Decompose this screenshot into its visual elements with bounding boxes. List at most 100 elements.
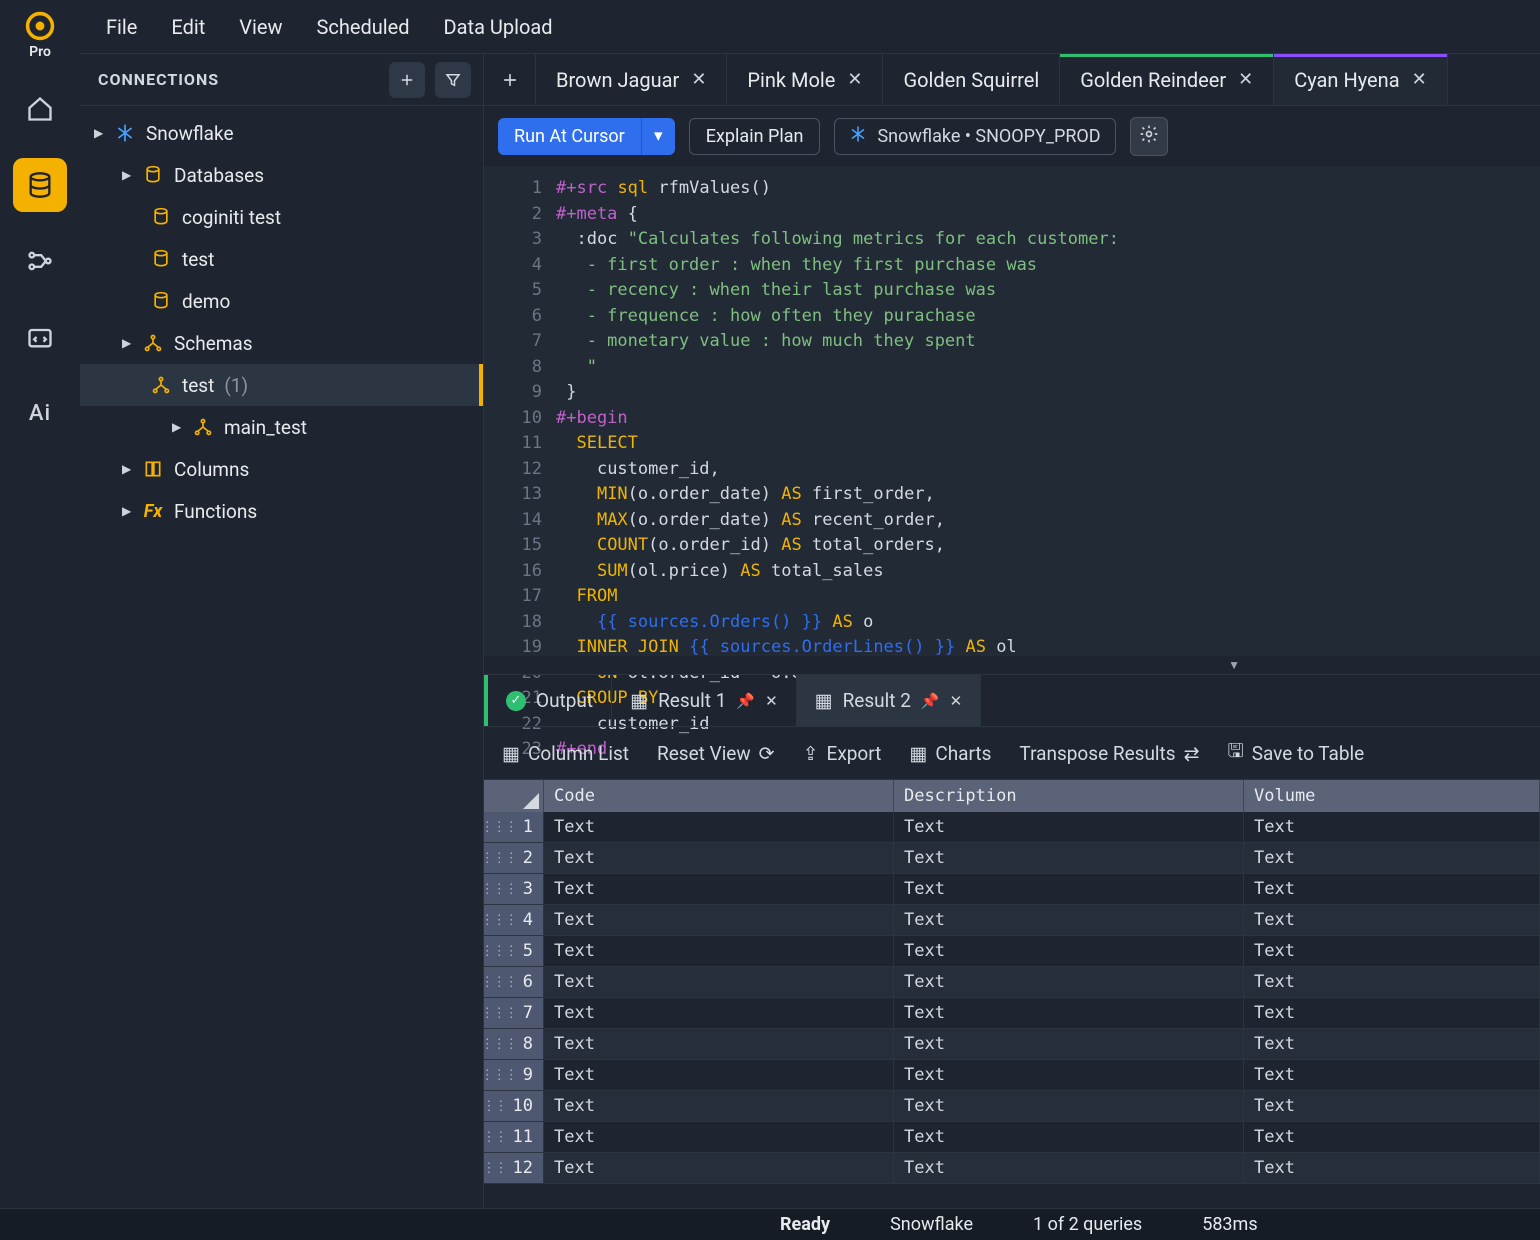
tab-pink-mole[interactable]: Pink Mole ✕ [727,54,883,105]
table-row[interactable]: ⋮⋮⋮1TextTextText [484,812,1540,843]
table-row[interactable]: ⋮⋮⋮2TextTextText [484,843,1540,874]
menu-data-upload[interactable]: Data Upload [444,15,553,39]
cell-volume[interactable]: Text [1244,1029,1540,1060]
editor-settings-button[interactable] [1130,117,1168,156]
nav-snippets[interactable] [13,310,67,364]
nav-home[interactable] [13,82,67,136]
row-number[interactable]: ⋮⋮⋮8 [484,1029,544,1060]
column-list-button[interactable]: ▦ Column List [502,742,629,765]
cell-description[interactable]: Text [894,812,1244,843]
tree-node-db-item[interactable]: coginiti test [80,196,483,238]
tree-node-schemas[interactable]: ▶ Schemas [80,322,483,364]
cell-code[interactable]: Text [544,874,894,905]
results-tab-output[interactable]: ✓ Output [484,675,612,726]
cell-description[interactable]: Text [894,1029,1244,1060]
cell-description[interactable]: Text [894,905,1244,936]
charts-button[interactable]: ▦ Charts [909,742,991,765]
col-header-description[interactable]: Description [894,780,1244,812]
pin-icon[interactable]: 📌 [921,692,940,710]
close-icon[interactable]: ✕ [765,692,778,710]
col-header-code[interactable]: Code [544,780,894,812]
col-header-volume[interactable]: Volume [1244,780,1540,812]
nav-ai[interactable]: Ai [13,386,67,440]
tree-node-db-item[interactable]: test [80,238,483,280]
row-number[interactable]: ⋮⋮⋮5 [484,936,544,967]
tree-node-schema-item[interactable]: ▶ main_test [80,406,483,448]
cell-code[interactable]: Text [544,905,894,936]
tree-node-functions[interactable]: ▶ Fx Functions [80,490,483,532]
new-tab-button[interactable] [484,54,536,105]
row-number[interactable]: ⋮⋮⋮10 [484,1091,544,1122]
run-dropdown-button[interactable]: ▾ [641,118,675,155]
row-number[interactable]: ⋮⋮⋮6 [484,967,544,998]
reset-view-button[interactable]: Reset View ⟳ [657,742,775,765]
cell-code[interactable]: Text [544,1060,894,1091]
close-icon[interactable]: ✕ [950,692,963,710]
cell-description[interactable]: Text [894,1122,1244,1153]
cell-code[interactable]: Text [544,936,894,967]
table-row[interactable]: ⋮⋮⋮11TextTextText [484,1122,1540,1153]
cell-description[interactable]: Text [894,1060,1244,1091]
cell-description[interactable]: Text [894,967,1244,998]
cell-description[interactable]: Text [894,936,1244,967]
table-row[interactable]: ⋮⋮⋮5TextTextText [484,936,1540,967]
cell-code[interactable]: Text [544,1091,894,1122]
cell-code[interactable]: Text [544,998,894,1029]
cell-volume[interactable]: Text [1244,1153,1540,1184]
tab-golden-reindeer[interactable]: Golden Reindeer ✕ [1060,54,1274,105]
cell-description[interactable]: Text [894,1091,1244,1122]
export-button[interactable]: ⇪ Export [803,742,882,765]
panel-resize-handle[interactable]: ▼ [484,656,1540,674]
table-row[interactable]: ⋮⋮⋮9TextTextText [484,1060,1540,1091]
cell-code[interactable]: Text [544,967,894,998]
code-editor[interactable]: 1 2 3 4 5 6 7 8 9 10 11 12 13 14 15 16 1… [484,166,1540,656]
nav-pipeline[interactable] [13,234,67,288]
cell-volume[interactable]: Text [1244,1091,1540,1122]
row-number[interactable]: ⋮⋮⋮1 [484,812,544,843]
table-row[interactable]: ⋮⋮⋮4TextTextText [484,905,1540,936]
row-number[interactable]: ⋮⋮⋮11 [484,1122,544,1153]
cell-code[interactable]: Text [544,1122,894,1153]
tree-node-schema-selected[interactable]: test (1) [80,364,483,406]
cell-volume[interactable]: Text [1244,1122,1540,1153]
menu-file[interactable]: File [106,15,137,39]
cell-volume[interactable]: Text [1244,1060,1540,1091]
table-row[interactable]: ⋮⋮⋮8TextTextText [484,1029,1540,1060]
cell-volume[interactable]: Text [1244,998,1540,1029]
table-row[interactable]: ⋮⋮⋮6TextTextText [484,967,1540,998]
cell-volume[interactable]: Text [1244,905,1540,936]
cell-code[interactable]: Text [544,1029,894,1060]
cell-volume[interactable]: Text [1244,874,1540,905]
filter-connections-button[interactable] [435,62,471,98]
tree-node-snowflake[interactable]: ▶ Snowflake [80,112,483,154]
cell-volume[interactable]: Text [1244,967,1540,998]
tab-cyan-hyena[interactable]: Cyan Hyena ✕ [1274,54,1447,105]
tree-node-databases[interactable]: ▶ Databases [80,154,483,196]
cell-code[interactable]: Text [544,843,894,874]
save-to-table-button[interactable]: 🖫 Save to Table [1228,737,1365,769]
results-tab-result1[interactable]: ▦ Result 1 📌 ✕ [612,675,797,726]
results-tab-result2[interactable]: ▦ Result 2 📌 ✕ [797,675,982,726]
tree-node-db-item[interactable]: demo [80,280,483,322]
cell-description[interactable]: Text [894,843,1244,874]
nav-database[interactable] [13,158,67,212]
table-row[interactable]: ⋮⋮⋮3TextTextText [484,874,1540,905]
grid-corner[interactable] [484,780,544,812]
row-number[interactable]: ⋮⋮⋮2 [484,843,544,874]
table-row[interactable]: ⋮⋮⋮7TextTextText [484,998,1540,1029]
menu-edit[interactable]: Edit [171,15,205,39]
tree-node-columns[interactable]: ▶ Columns [80,448,483,490]
close-icon[interactable]: ✕ [1238,69,1253,90]
row-number[interactable]: ⋮⋮⋮7 [484,998,544,1029]
close-icon[interactable]: ✕ [691,69,706,90]
cell-volume[interactable]: Text [1244,843,1540,874]
row-number[interactable]: ⋮⋮⋮12 [484,1153,544,1184]
add-connection-button[interactable] [389,62,425,98]
cell-code[interactable]: Text [544,812,894,843]
close-icon[interactable]: ✕ [1412,69,1427,90]
row-number[interactable]: ⋮⋮⋮4 [484,905,544,936]
transpose-button[interactable]: Transpose Results ⇄ [1019,742,1199,765]
cell-code[interactable]: Text [544,1153,894,1184]
tab-golden-squirrel[interactable]: Golden Squirrel [883,54,1060,105]
menu-scheduled[interactable]: Scheduled [317,15,410,39]
